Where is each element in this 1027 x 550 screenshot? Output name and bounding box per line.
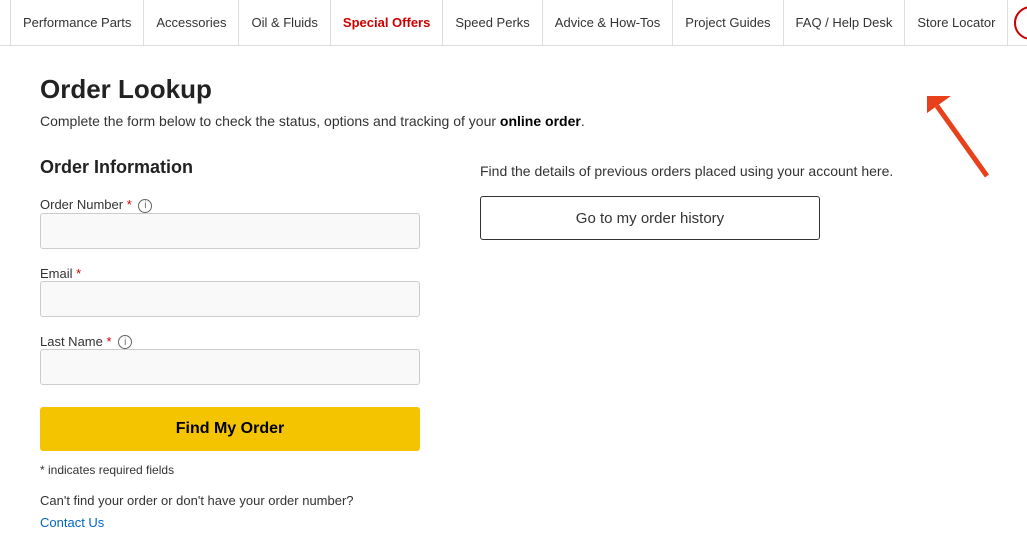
- nav-faq-help-desk[interactable]: FAQ / Help Desk: [784, 0, 906, 46]
- main-content: Order Lookup Complete the form below to …: [0, 46, 1027, 550]
- form-section-title: Order Information: [40, 157, 420, 178]
- page-title: Order Lookup: [40, 74, 987, 105]
- order-number-info-icon[interactable]: i: [138, 199, 152, 213]
- order-form-panel: Order Information Order Number * i Email…: [40, 157, 420, 530]
- required-asterisk: *: [127, 197, 132, 212]
- last-name-input[interactable]: [40, 349, 420, 385]
- content-row: Order Information Order Number * i Email…: [40, 157, 987, 530]
- last-name-field-group: Last Name * i: [40, 333, 420, 386]
- find-my-order-button[interactable]: Find My Order: [40, 407, 420, 451]
- cant-find-text: Can't find your order or don't have your…: [40, 493, 420, 508]
- nav-accessories[interactable]: Accessories: [144, 0, 239, 46]
- email-label: Email *: [40, 266, 81, 281]
- nav-advice-how-tos[interactable]: Advice & How-Tos: [543, 0, 673, 46]
- main-nav: Performance Parts Accessories Oil & Flui…: [0, 0, 1027, 46]
- required-note: * indicates required fields: [40, 463, 420, 477]
- email-required-asterisk: *: [76, 266, 81, 281]
- nav-performance-parts[interactable]: Performance Parts: [10, 0, 144, 46]
- history-description: Find the details of previous orders plac…: [480, 161, 987, 182]
- nav-project-guides[interactable]: Project Guides: [673, 0, 783, 46]
- nav-special-offers[interactable]: Special Offers: [331, 0, 443, 46]
- page-subtitle: Complete the form below to check the sta…: [40, 113, 987, 129]
- order-number-label: Order Number * i: [40, 197, 152, 212]
- order-history-button[interactable]: Go to my order history: [480, 196, 820, 240]
- last-name-label: Last Name * i: [40, 334, 132, 349]
- order-number-input[interactable]: [40, 213, 420, 249]
- last-name-required-asterisk: *: [107, 334, 112, 349]
- nav-speed-perks[interactable]: Speed Perks: [443, 0, 542, 46]
- email-field-group: Email *: [40, 265, 420, 317]
- nav-order-lookup[interactable]: Order Lookup: [1014, 6, 1027, 40]
- email-input[interactable]: [40, 281, 420, 317]
- nav-oil-fluids[interactable]: Oil & Fluids: [239, 0, 330, 46]
- contact-us-link[interactable]: Contact Us: [40, 515, 104, 530]
- last-name-info-icon[interactable]: i: [118, 335, 132, 349]
- order-number-field-group: Order Number * i: [40, 196, 420, 249]
- order-history-panel: Find the details of previous orders plac…: [480, 157, 987, 240]
- nav-store-locator[interactable]: Store Locator: [905, 0, 1008, 46]
